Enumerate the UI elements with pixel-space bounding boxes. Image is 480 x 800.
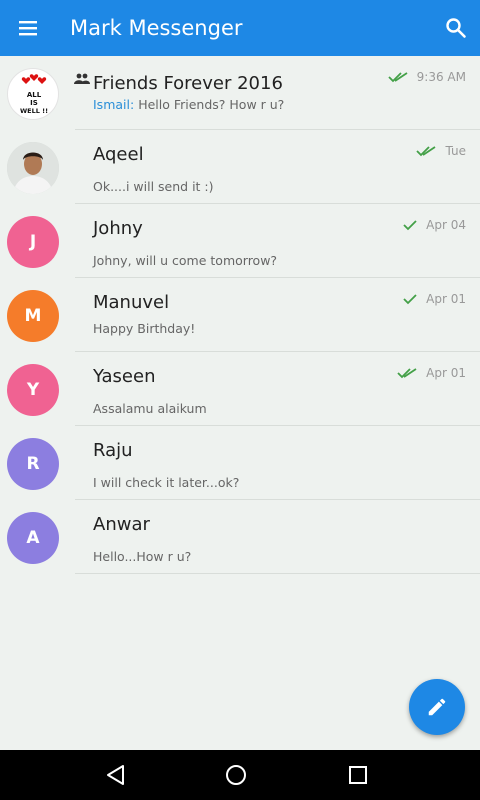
svg-text:IS: IS xyxy=(30,99,38,107)
double-check-icon xyxy=(397,368,417,379)
system-nav-bar xyxy=(0,750,480,800)
avatar: A xyxy=(7,512,59,564)
message-text: Johny, will u come tomorrow? xyxy=(93,253,278,268)
message-text: Happy Birthday! xyxy=(93,321,196,336)
double-check-icon xyxy=(416,146,436,157)
menu-icon[interactable] xyxy=(16,16,40,40)
back-icon[interactable] xyxy=(104,763,128,787)
conversation-item[interactable]: R Raju I will check it later...ok? xyxy=(0,426,480,500)
contact-name: Manuvel xyxy=(93,292,170,313)
contact-name: Friends Forever 2016 xyxy=(93,73,283,94)
svg-text:ALL: ALL xyxy=(27,91,42,99)
check-icon xyxy=(403,294,417,305)
conversation-item[interactable]: ALL IS WELL !! Friends Forever 2016 Ismail: … xyxy=(0,56,480,130)
contact-photo-image xyxy=(7,142,59,194)
message-sender: Ismail: xyxy=(93,97,135,112)
message-preview: Ok....i will send it :) xyxy=(93,179,214,194)
home-icon[interactable] xyxy=(224,763,248,787)
avatar: R xyxy=(7,438,59,490)
avatar: Y xyxy=(7,364,59,416)
avatar: J xyxy=(7,216,59,268)
svg-text:WELL !!: WELL !! xyxy=(20,107,48,115)
conversation-item[interactable]: A Anwar Hello...How r u? xyxy=(0,500,480,574)
check-icon xyxy=(403,220,417,231)
message-text: Ok....i will send it :) xyxy=(93,179,214,194)
avatar: ALL IS WELL !! xyxy=(7,68,59,120)
contact-name: Anwar xyxy=(93,514,150,535)
message-time: Apr 01 xyxy=(426,292,466,306)
group-photo-image: ALLISWELL !! xyxy=(20,74,48,115)
contact-name: Johny xyxy=(93,218,143,239)
app-title: Mark Messenger xyxy=(70,16,243,40)
message-time: Tue xyxy=(445,144,467,158)
contact-name: Raju xyxy=(93,440,133,461)
message-text: Assalamu alaikum xyxy=(93,401,207,416)
app-bar: Mark Messenger xyxy=(0,0,480,56)
conversation-list: ALL IS WELL !! Friends Forever 2016 Ismail: … xyxy=(0,56,480,574)
recents-icon[interactable] xyxy=(346,763,370,787)
message-preview: I will check it later...ok? xyxy=(93,475,239,490)
double-check-icon xyxy=(388,72,408,83)
message-time: 9:36 AM xyxy=(416,70,466,84)
pencil-icon xyxy=(428,698,446,716)
group-icon xyxy=(74,73,90,84)
contact-name: Aqeel xyxy=(93,144,144,165)
conversation-item[interactable]: J Johny Johny, will u come tomorrow? Apr 04 xyxy=(0,204,480,278)
search-icon[interactable] xyxy=(444,16,468,40)
avatar xyxy=(7,142,59,194)
compose-button[interactable] xyxy=(409,679,465,735)
message-time: Apr 04 xyxy=(426,218,466,232)
message-preview: Hello...How r u? xyxy=(93,549,191,564)
message-text: Hello Friends? How r u? xyxy=(138,97,285,112)
message-preview: Assalamu alaikum xyxy=(93,401,207,416)
message-text: I will check it later...ok? xyxy=(93,475,240,490)
conversation-item[interactable]: M Manuvel Happy Birthday! Apr 01 xyxy=(0,278,480,352)
message-preview: Happy Birthday! xyxy=(93,321,195,336)
contact-name: Yaseen xyxy=(93,366,156,387)
message-text: Hello...How r u? xyxy=(93,549,192,564)
message-time: Apr 01 xyxy=(426,366,466,380)
conversation-item[interactable]: Y Yaseen Assalamu alaikum Apr 01 xyxy=(0,352,480,426)
avatar: M xyxy=(7,290,59,342)
conversation-item[interactable]: Aqeel Ok....i will send it :) Tue xyxy=(0,130,480,204)
message-preview: Johny, will u come tomorrow? xyxy=(93,253,277,268)
message-preview: Ismail: Hello Friends? How r u? xyxy=(93,97,284,112)
divider xyxy=(75,573,480,574)
